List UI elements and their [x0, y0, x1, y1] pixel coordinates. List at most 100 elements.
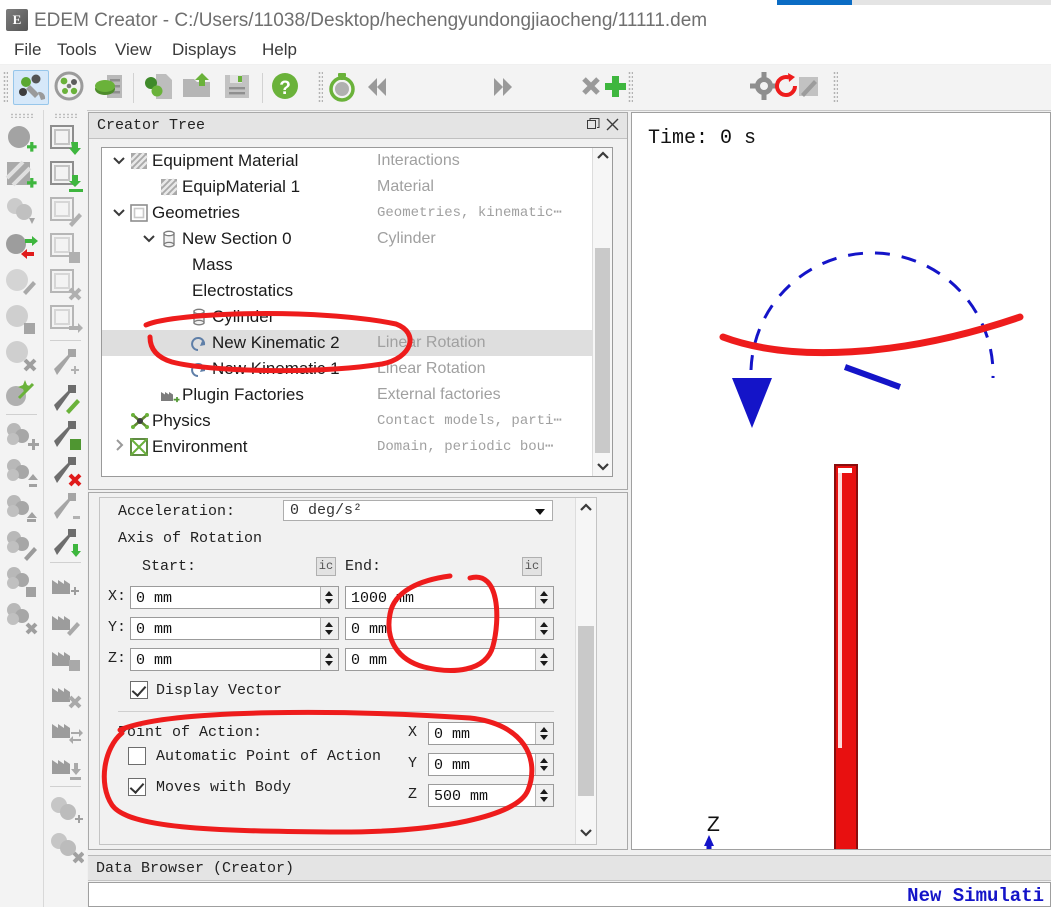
- properties-scroll-thumb[interactable]: [578, 626, 594, 796]
- delete-particle-icon[interactable]: [3, 338, 40, 375]
- replace-particle-icon[interactable]: [3, 230, 40, 267]
- delete-particle-group-icon[interactable]: [3, 600, 40, 637]
- copy-factory-icon[interactable]: [47, 638, 84, 675]
- axis-start-z-input[interactable]: 0 mm: [130, 648, 339, 671]
- stepper[interactable]: [535, 618, 553, 639]
- analyst-module-button[interactable]: [92, 70, 128, 105]
- import-factory-icon[interactable]: [47, 746, 84, 783]
- add-view-button[interactable]: [598, 70, 634, 105]
- copy-particle-icon[interactable]: [3, 302, 40, 339]
- menu-item-displays[interactable]: Displays: [165, 36, 243, 64]
- export-particle-group-icon[interactable]: [3, 492, 40, 529]
- stepper[interactable]: [320, 618, 338, 639]
- poa-x-input[interactable]: 0 mm: [428, 722, 554, 745]
- creator-module-button[interactable]: [13, 70, 49, 105]
- stepper[interactable]: [320, 649, 338, 670]
- axis-end-y-input[interactable]: 0 mm: [345, 617, 554, 640]
- poa-y-input[interactable]: 0 mm: [428, 753, 554, 776]
- tree-scrollbar[interactable]: [592, 148, 612, 476]
- stepper[interactable]: [535, 723, 553, 744]
- chevron-down-icon[interactable]: [140, 226, 158, 252]
- add-kinematic-icon[interactable]: [47, 344, 84, 381]
- copy-geometry-icon[interactable]: [47, 230, 84, 267]
- new-file-button[interactable]: [140, 70, 176, 105]
- stepper[interactable]: [535, 754, 553, 775]
- close-icon[interactable]: [605, 118, 620, 133]
- tree-item[interactable]: EquipMaterial 1 Material: [102, 174, 596, 200]
- axis-end-z-input[interactable]: 0 mm: [345, 648, 554, 671]
- edit-kinematic-icon[interactable]: [47, 380, 84, 417]
- undock-icon[interactable]: [586, 118, 601, 133]
- add-material-icon[interactable]: [3, 158, 40, 195]
- import-kinematic-icon[interactable]: [47, 488, 84, 525]
- tree-item[interactable]: Electrostatics: [102, 278, 596, 304]
- stepper[interactable]: [535, 785, 553, 806]
- tree-item[interactable]: Equipment Material Interactions: [102, 148, 596, 174]
- last-frame-button[interactable]: [488, 70, 524, 105]
- tree-item[interactable]: Mass: [102, 252, 596, 278]
- menu-item-tools[interactable]: Tools: [50, 36, 104, 64]
- import-particle-icon[interactable]: [3, 194, 40, 231]
- add-factory-icon[interactable]: [47, 566, 84, 603]
- edit-factory-icon[interactable]: [47, 602, 84, 639]
- add-particle-icon[interactable]: [3, 122, 40, 159]
- delete-factory-icon[interactable]: [47, 674, 84, 711]
- copy-kinematic-icon[interactable]: [47, 416, 84, 453]
- automatic-point-of-action-checkbox[interactable]: [128, 747, 146, 765]
- add-particle-group-icon[interactable]: [3, 420, 40, 457]
- add-contact-model-icon[interactable]: [47, 792, 84, 829]
- 3d-viewport[interactable]: Time: 0 s Z X Y: [631, 112, 1051, 850]
- first-frame-button[interactable]: [358, 70, 394, 105]
- creator-tree-list[interactable]: Equipment Material Interactions EquipMater…: [101, 147, 613, 477]
- acceleration-combo[interactable]: 0 deg/s²: [283, 500, 553, 521]
- tree-item[interactable]: Geometries Geometries, kinematic⋯: [102, 200, 596, 226]
- replace-factory-icon[interactable]: [47, 710, 84, 747]
- toolbar-grip-4[interactable]: [833, 71, 838, 104]
- scroll-up-icon[interactable]: [576, 500, 596, 518]
- scroll-down-icon[interactable]: [593, 458, 612, 476]
- edit-particle-group-icon[interactable]: [3, 528, 40, 565]
- copy-particle-group-icon[interactable]: [3, 564, 40, 601]
- axis-end-x-input[interactable]: 1000 mm: [345, 586, 554, 609]
- moves-with-body-checkbox[interactable]: [128, 778, 146, 796]
- end-ic-button[interactable]: ic: [522, 557, 542, 576]
- rail-grip-1[interactable]: [10, 113, 34, 118]
- stepper[interactable]: [535, 587, 553, 608]
- delete-contact-model-icon[interactable]: [47, 828, 85, 865]
- axis-start-x-input[interactable]: 0 mm: [130, 586, 339, 609]
- display-vector-checkbox[interactable]: [130, 681, 148, 699]
- toolbar-grip-2[interactable]: [318, 71, 323, 104]
- scroll-up-icon[interactable]: [593, 148, 612, 166]
- start-ic-button[interactable]: ic: [316, 557, 336, 576]
- rail-grip-2[interactable]: [54, 113, 78, 118]
- tree-item[interactable]: New Kinematic 2 Linear Rotation: [102, 330, 596, 356]
- open-file-button[interactable]: [180, 70, 216, 105]
- tree-item[interactable]: Physics Contact models, parti⋯: [102, 408, 596, 434]
- help-button[interactable]: ?: [268, 70, 304, 105]
- stepper[interactable]: [535, 649, 553, 670]
- properties-scrollbar[interactable]: [575, 498, 596, 844]
- chevron-down-icon[interactable]: [110, 148, 128, 174]
- export-kinematic-icon[interactable]: [47, 524, 84, 561]
- timer-icon[interactable]: [325, 70, 361, 105]
- tree-item[interactable]: Plugin Factories External factories: [102, 382, 596, 408]
- particle-wizard-icon[interactable]: [3, 374, 40, 411]
- save-file-button[interactable]: [220, 70, 256, 105]
- tree-item[interactable]: Environment Domain, periodic bou⋯: [102, 434, 596, 460]
- export-geometry-icon[interactable]: [47, 302, 84, 339]
- tree-item[interactable]: New Kinematic 1 Linear Rotation: [102, 356, 596, 382]
- axis-start-y-input[interactable]: 0 mm: [130, 617, 339, 640]
- chevron-right-icon[interactable]: [110, 434, 128, 460]
- toolbar-grip-1[interactable]: [3, 71, 8, 104]
- active-tab-sliver[interactable]: [777, 0, 852, 5]
- menu-item-view[interactable]: View: [108, 36, 159, 64]
- tree-scroll-thumb[interactable]: [595, 248, 610, 453]
- simulator-module-button[interactable]: [52, 70, 88, 105]
- tree-item[interactable]: New Section 0 Cylinder: [102, 226, 596, 252]
- menu-item-help[interactable]: Help: [255, 36, 304, 64]
- stepper[interactable]: [320, 587, 338, 608]
- edit-particle-icon[interactable]: [3, 266, 40, 303]
- delete-geometry-icon[interactable]: [47, 266, 84, 303]
- import-particle-group-icon[interactable]: [3, 456, 40, 493]
- edit-geometry-icon[interactable]: [47, 194, 84, 231]
